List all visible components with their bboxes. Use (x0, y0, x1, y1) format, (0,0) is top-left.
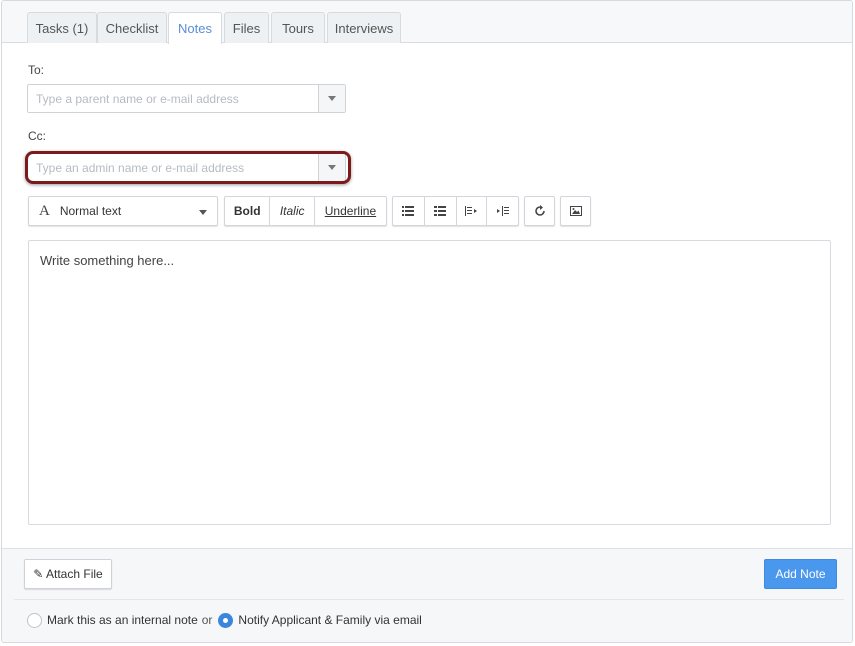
or-text: or (201, 613, 213, 627)
undo-button[interactable] (524, 196, 555, 226)
tab-bar: Tasks (1) Checklist Notes Files Tours In… (2, 1, 852, 44)
text-format-select[interactable]: A Normal text (28, 196, 218, 226)
outdent-icon (465, 206, 478, 216)
note-editor[interactable]: Write something here... (28, 240, 831, 525)
chevron-down-icon (199, 210, 207, 215)
to-combobox (27, 84, 346, 113)
tab-tours[interactable]: Tours (271, 12, 325, 43)
editor-placeholder: Write something here... (40, 253, 175, 268)
chevron-down-icon (328, 96, 336, 101)
indent-icon (496, 206, 509, 216)
tab-notes[interactable]: Notes (168, 12, 222, 44)
add-note-button[interactable]: Add Note (764, 559, 837, 589)
undo-icon (534, 205, 545, 216)
tab-files[interactable]: Files (224, 12, 269, 43)
to-dropdown-toggle[interactable] (318, 85, 345, 112)
list-indent-group (392, 196, 519, 226)
tab-tasks[interactable]: Tasks (1) (27, 12, 97, 43)
attach-file-button[interactable]: ✎ Attach File (24, 559, 112, 589)
italic-button[interactable]: Italic (270, 197, 315, 225)
notify-label[interactable]: Notify Applicant & Family via email (238, 613, 421, 627)
underline-button[interactable]: Underline (315, 197, 386, 225)
indent-button[interactable] (487, 197, 518, 225)
cc-combobox (27, 153, 346, 182)
numbered-list-icon (434, 206, 447, 216)
numbered-list-button[interactable] (425, 197, 457, 225)
image-icon (569, 206, 582, 216)
notes-panel: Tasks (1) Checklist Notes Files Tours In… (1, 0, 853, 643)
to-label: To: (28, 63, 45, 77)
internal-note-label[interactable]: Mark this as an internal note (47, 613, 198, 627)
text-style-group: Bold Italic Underline (224, 196, 387, 226)
to-input[interactable] (28, 85, 318, 112)
insert-image-button[interactable] (560, 196, 591, 226)
text-format-value: Normal text (59, 204, 122, 218)
cc-input[interactable] (28, 154, 318, 181)
internal-note-radio[interactable] (27, 612, 42, 628)
outdent-button[interactable] (457, 197, 488, 225)
bold-button[interactable]: Bold (225, 197, 271, 225)
chevron-down-icon (328, 165, 336, 170)
bullet-list-icon (402, 206, 415, 216)
footer-divider (14, 599, 844, 600)
notify-radio[interactable] (218, 612, 234, 628)
note-visibility-options: Mark this as an internal note or Notify … (27, 611, 422, 629)
tab-checklist[interactable]: Checklist (97, 12, 167, 43)
attach-file-label: ✎ Attach File (33, 567, 103, 581)
cc-label: Cc: (28, 129, 46, 143)
font-icon: A (39, 202, 50, 219)
bullet-list-button[interactable] (393, 197, 425, 225)
tab-interviews[interactable]: Interviews (327, 12, 401, 43)
cc-dropdown-toggle[interactable] (318, 154, 345, 181)
